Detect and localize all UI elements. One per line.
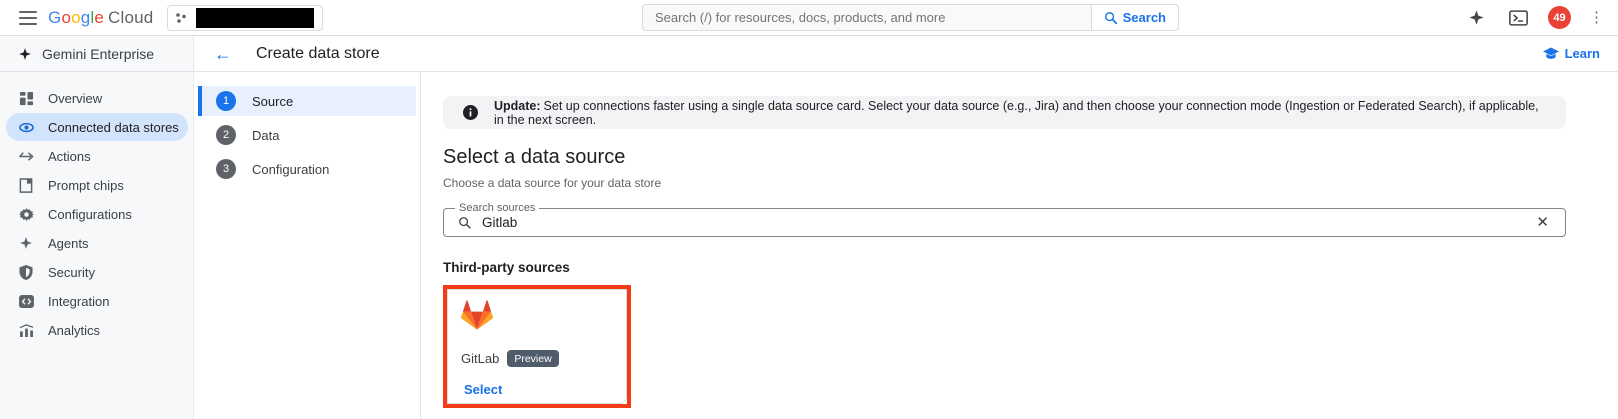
product-name: Gemini Enterprise (42, 45, 155, 62)
banner-text: Update: Set up connections faster using a… (494, 98, 1539, 127)
sidebar-item-label: Agents (48, 235, 89, 251)
project-name-redacted (196, 7, 315, 28)
step-configuration[interactable]: 3 Configuration (198, 154, 416, 184)
annotation-highlight-box: GitLab Preview Select (443, 285, 631, 408)
more-options-icon[interactable]: ⋮ (1589, 10, 1604, 25)
step-label: Source (252, 93, 294, 109)
logo-letter: G (48, 7, 62, 27)
project-icon (174, 11, 188, 25)
gear-icon (18, 206, 34, 222)
gitlab-source-card[interactable]: GitLab Preview Select (447, 289, 627, 404)
third-party-sources-title: Third-party sources (443, 260, 570, 275)
sparkle-icon (18, 235, 34, 251)
step-source[interactable]: 1 Source (198, 86, 416, 116)
step-number: 1 (216, 91, 236, 111)
search-sources-field: Search sources ✕ (443, 202, 1566, 237)
step-label: Data (252, 127, 280, 143)
select-button[interactable]: Select (464, 382, 502, 397)
code-icon (18, 293, 34, 309)
arrow-action-icon (18, 148, 34, 164)
sidebar-item-label: Analytics (48, 322, 101, 338)
sidebar-item-agents[interactable]: Agents (0, 229, 188, 257)
sidebar-item-label: Security (48, 264, 95, 280)
page-section-subheading: Choose a data source for your data store (443, 176, 662, 190)
topbar-icons: 49 ⋮ (1464, 6, 1604, 30)
sidebar-item-label: Configurations (48, 206, 132, 222)
global-search: Search (642, 4, 1179, 31)
step-data[interactable]: 2 Data (198, 120, 416, 150)
sidebar-item-label: Overview (48, 90, 103, 106)
logo-letter: e (94, 7, 105, 27)
logo-letter: g (80, 7, 91, 27)
learn-link[interactable]: Learn (1542, 46, 1600, 61)
sidebar-item-configurations[interactable]: Configurations (0, 200, 188, 228)
search-icon (1104, 11, 1118, 25)
analytics-chart-icon (18, 322, 34, 338)
page-header: ← Create data store Learn (194, 36, 1618, 71)
sidebar-item-analytics[interactable]: Analytics (0, 316, 188, 344)
step-number: 3 (216, 159, 236, 179)
preview-badge: Preview (507, 350, 559, 367)
shield-icon (18, 264, 34, 280)
search-sources-input[interactable] (482, 215, 1535, 230)
sidebar-item-security[interactable]: Security (0, 258, 188, 286)
notifications-badge[interactable]: 49 (1548, 6, 1571, 29)
sidebar-item-label: Connected data stores (48, 119, 179, 135)
graduation-cap-icon (1542, 47, 1559, 60)
page-section-heading: Select a data source (443, 146, 626, 168)
sidebar: Overview Connected data stores Actions P… (0, 72, 194, 419)
gemini-product-icon (18, 47, 32, 61)
dashboard-icon (18, 90, 34, 106)
step-label: Configuration (252, 161, 330, 177)
clear-search-icon[interactable]: ✕ (1534, 213, 1551, 232)
sidebar-item-connected-data-stores[interactable]: Connected data stores (6, 113, 188, 141)
logo-cloud-text: Cloud (108, 7, 154, 27)
hamburger-menu-icon[interactable] (10, 3, 46, 33)
search-icon (458, 216, 472, 230)
sidebar-item-label: Actions (48, 148, 91, 164)
prompt-chip-icon (18, 177, 34, 193)
product-header: Gemini Enterprise (0, 36, 194, 71)
app-header: Gemini Enterprise ← Create data store Le… (0, 36, 1618, 72)
main-content: Update: Set up connections faster using a… (421, 72, 1618, 419)
top-bar: Google Cloud Search (/) for resources, d… (0, 0, 1618, 36)
update-banner: Update: Set up connections faster using a… (443, 96, 1566, 129)
logo-letter: o (71, 7, 81, 27)
back-arrow-icon[interactable]: ← (214, 45, 232, 63)
global-search-button[interactable]: Search (1090, 4, 1179, 31)
sidebar-item-prompt-chips[interactable]: Prompt chips (0, 171, 188, 199)
stepper-panel: 1 Source 2 Data 3 Configuration (194, 72, 421, 419)
search-sources-label: Search sources (455, 202, 540, 214)
sidebar-item-overview[interactable]: Overview (0, 84, 188, 112)
gemini-sparkle-icon[interactable] (1464, 6, 1488, 30)
data-store-icon (18, 119, 34, 135)
banner-prefix: Update: (494, 98, 541, 113)
cloud-shell-icon[interactable] (1506, 6, 1530, 30)
logo-letter: o (61, 7, 72, 27)
source-name: GitLab (461, 351, 500, 366)
global-search-input[interactable] (642, 4, 1091, 31)
global-search-button-label: Search (1122, 10, 1166, 25)
gitlab-logo (461, 300, 493, 330)
project-selector[interactable] (167, 4, 324, 31)
step-number: 2 (216, 125, 236, 145)
learn-label: Learn (1564, 46, 1600, 61)
sidebar-item-actions[interactable]: Actions (0, 142, 188, 170)
google-cloud-logo[interactable]: Google Cloud (48, 8, 153, 28)
sidebar-item-label: Prompt chips (48, 177, 124, 193)
info-icon (463, 105, 478, 120)
sidebar-item-label: Integration (48, 293, 110, 309)
gcp-console-screen: Google Cloud Search (/) for resources, d… (0, 0, 1618, 419)
sidebar-item-integration[interactable]: Integration (0, 287, 188, 315)
page-title: Create data store (256, 44, 380, 62)
